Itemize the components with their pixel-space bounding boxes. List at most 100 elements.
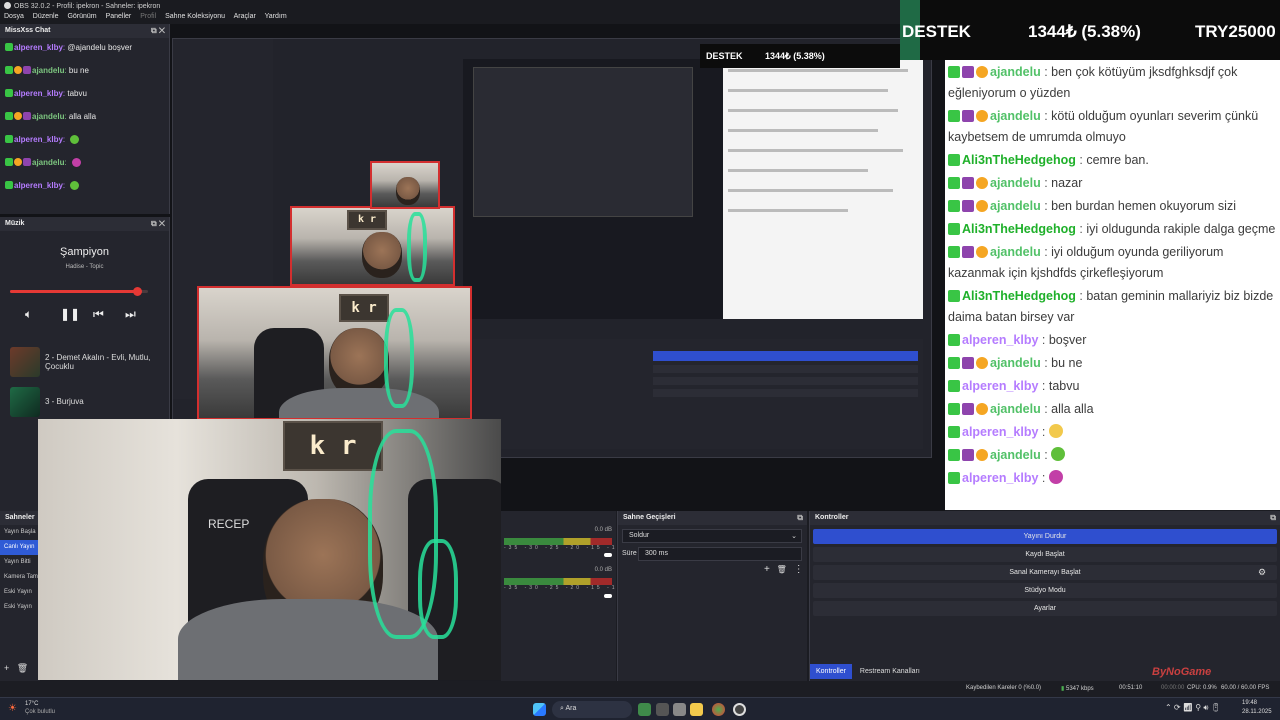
dock-float-icon[interactable]: ⧉ xyxy=(1270,513,1276,523)
chat-overlay-message: Ali3nTheHedgehog : iyi oldugunda rakiple… xyxy=(948,219,1277,240)
delete-transition-icon[interactable]: 🗑︎ xyxy=(777,565,787,574)
song-progress-bar[interactable] xyxy=(10,287,148,296)
chat-dock-title: MissXss Chat ⧉ ✕ xyxy=(0,24,169,38)
chat-message: alperen_klby: tabvu xyxy=(0,84,169,107)
chat-username: alperen_klby xyxy=(962,471,1039,485)
chat-username: alperen_klby xyxy=(14,135,63,144)
pause-icon[interactable]: ❚❚ xyxy=(60,307,80,321)
badge-icon xyxy=(962,403,974,415)
playlist-track[interactable]: 2 - Demet Akalın - Evli, Mutlu, Çocuklu xyxy=(10,347,165,379)
nested-bottom-docks xyxy=(473,339,923,449)
badge-icon xyxy=(962,357,974,369)
playlist-track[interactable]: 3 - Burjuva xyxy=(10,387,165,419)
file-explorer-icon[interactable] xyxy=(690,703,703,716)
scene-item[interactable]: Eski Yayın xyxy=(0,600,40,615)
tab-restream-kanallari[interactable]: Restream Kanalları xyxy=(854,664,926,679)
chat-overlay-message: alperen_klby : boşver xyxy=(948,330,1277,351)
badge-icon xyxy=(962,66,974,78)
tiny-webcam-source[interactable] xyxy=(370,161,440,209)
clock-time[interactable]: 19:48 xyxy=(1242,700,1257,706)
badge-icon xyxy=(14,112,22,120)
scene-list-toolbar: + 🗑︎ xyxy=(4,663,28,674)
menu-profil[interactable]: Profil xyxy=(140,13,156,20)
chat-text: nazar xyxy=(1051,176,1083,190)
duration-label: Süre xyxy=(622,550,637,557)
mid-webcam-source[interactable]: k r xyxy=(197,286,472,420)
start-virtual-camera-button[interactable]: Sanal Kamerayı Başlat xyxy=(813,565,1277,580)
menu-duzenle[interactable]: Düzenle xyxy=(33,13,59,20)
widgets-icon[interactable] xyxy=(638,703,651,716)
emote-icon xyxy=(71,158,81,167)
clock-date[interactable]: 28.11.2025 xyxy=(1242,709,1272,715)
menu-yardim[interactable]: Yardım xyxy=(265,13,287,20)
transition-toolbar: + 🗑︎ ⋮ xyxy=(764,564,804,575)
next-track-icon[interactable]: ⏭︎ xyxy=(125,307,136,322)
taskbar-search[interactable]: ⌕ Ara xyxy=(552,701,632,718)
chat-username: ajandelu xyxy=(990,448,1041,462)
menu-gorunum[interactable]: Görünüm xyxy=(67,13,96,20)
status-bar-left xyxy=(0,681,809,697)
scene-item[interactable]: Kamera Tam xyxy=(0,570,40,585)
duration-input[interactable]: 300 ms xyxy=(638,547,802,561)
task-view-icon[interactable] xyxy=(656,703,669,716)
scene-item[interactable]: Yayın Başla xyxy=(0,525,40,540)
chat-separator: : xyxy=(1040,109,1052,123)
dock-float-close-icons[interactable]: ⧉ ✕ xyxy=(151,26,165,36)
volume-icon[interactable]: 🔈︎ xyxy=(25,307,32,322)
virtual-camera-settings-icon[interactable]: ⚙ xyxy=(1258,567,1266,578)
fps-counter: 60.00 / 60.00 FPS xyxy=(1221,685,1270,691)
studio-mode-button[interactable]: Stüdyo Modu xyxy=(813,583,1277,598)
windows-start-icon[interactable] xyxy=(533,703,546,716)
menu-araclar[interactable]: Araçlar xyxy=(234,13,256,20)
tab-kontroller[interactable]: Kontroller xyxy=(810,664,852,679)
emote-icon xyxy=(70,135,80,144)
chat-username: alperen_klby xyxy=(962,379,1039,393)
menu-dosya[interactable]: Dosya xyxy=(4,13,24,20)
chat-text: bu ne xyxy=(1051,356,1083,370)
dock-float-close-icons[interactable]: ⧉ ✕ xyxy=(151,219,165,229)
chat-message: ajandelu: bu ne xyxy=(0,61,169,84)
chat-message: alperen_klby: xyxy=(0,130,169,153)
scene-item[interactable]: Yayın Bitti xyxy=(0,555,40,570)
scene-item[interactable]: Canlı Yayın xyxy=(0,540,40,555)
obs-taskbar-icon[interactable] xyxy=(733,703,746,716)
terminal-icon[interactable] xyxy=(673,703,686,716)
scene-item[interactable]: Eski Yayın xyxy=(0,585,40,600)
controls-dock-tabs: Kontroller Restream Kanalları xyxy=(810,664,926,681)
dock-float-icon[interactable]: ⧉ xyxy=(797,513,803,523)
start-recording-button[interactable]: Kaydı Başlat xyxy=(813,547,1277,562)
status-bar: Kaybedilen Kareler 0 (%0.0) ▮ 5347 kbps … xyxy=(809,681,1280,697)
menu-paneller[interactable]: Paneller xyxy=(106,13,132,20)
add-scene-icon[interactable]: + xyxy=(4,663,9,673)
mixer-db-label: 0.0 dB xyxy=(594,567,612,573)
small-webcam-source[interactable]: k r xyxy=(290,206,455,286)
main-webcam-source[interactable]: RECEP k r xyxy=(38,419,501,680)
tray-icons[interactable]: ⌃ ⟳ 📶︎ ⚲ 🔊︎ 🔋︎ xyxy=(1165,703,1221,713)
settings-button[interactable]: Ayarlar xyxy=(813,601,1277,616)
chat-username: ajandelu xyxy=(990,356,1041,370)
song-progress-knob[interactable] xyxy=(132,287,142,296)
more-options-icon[interactable]: ⋮ xyxy=(794,564,804,575)
chat-username: Ali3nTheHedgehog xyxy=(962,289,1076,303)
chat-text: tabvu xyxy=(65,89,87,98)
chat-overlay-message: ajandelu : xyxy=(948,445,1277,466)
transition-select[interactable]: Soldur ⌄ xyxy=(622,529,802,543)
chat-overlay: ajandelu : ben çok kötüyüm jksdfghksdjf … xyxy=(945,60,1280,510)
volume-slider[interactable] xyxy=(604,594,612,598)
badge-icon xyxy=(5,43,13,51)
delete-scene-icon[interactable]: 🗑︎ xyxy=(17,663,28,673)
badge-icon xyxy=(5,66,13,74)
badge-icon xyxy=(948,246,960,258)
menu-sahne-koleksiyonu[interactable]: Sahne Koleksiyonu xyxy=(165,13,225,20)
badge-icon xyxy=(948,223,960,235)
chat-username: ajandelu xyxy=(990,199,1041,213)
stop-streaming-button[interactable]: Yayını Durdur xyxy=(813,529,1277,544)
volume-slider[interactable] xyxy=(604,553,612,557)
stream-time: 00:51:10 xyxy=(1119,685,1143,691)
add-transition-icon[interactable]: + xyxy=(764,564,770,575)
chat-username: ajandelu xyxy=(990,65,1041,79)
chrome-icon[interactable] xyxy=(712,703,725,716)
previous-track-icon[interactable]: ⏮︎ xyxy=(93,307,104,322)
chat-overlay-message: ajandelu : alla alla xyxy=(948,399,1277,420)
weather-desc: Çok bulutlu xyxy=(25,709,56,715)
